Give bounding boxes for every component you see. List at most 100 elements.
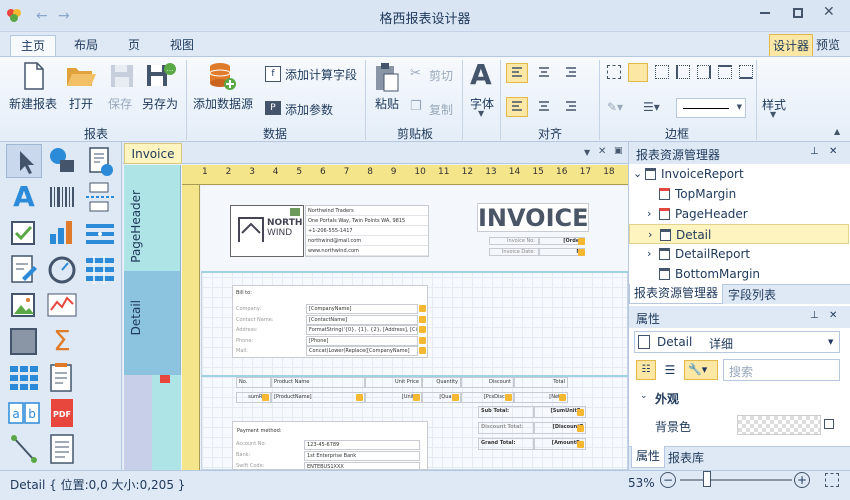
designer-button[interactable]: 设计器: [769, 34, 814, 57]
picture-tool-icon[interactable]: [6, 288, 42, 322]
tree-expander[interactable]: ›: [647, 244, 657, 264]
border-right-icon[interactable]: [697, 65, 711, 79]
chevron-down-icon[interactable]: ▼: [828, 338, 833, 346]
line-tool-icon[interactable]: [6, 432, 42, 466]
band-nested-strip: [152, 375, 181, 470]
categorized-view-icon[interactable]: ☷: [636, 360, 656, 380]
tree-item[interactable]: › Detail: [629, 224, 849, 244]
rich-text-tool-icon[interactable]: [82, 144, 118, 178]
explorer-close-icon[interactable]: ✕: [829, 146, 837, 157]
tab-page[interactable]: 页: [120, 35, 148, 56]
prop-backcolor-swatch[interactable]: [737, 415, 821, 435]
cross-tab-tool-icon[interactable]: [82, 252, 118, 286]
properties-close-icon[interactable]: ✕: [829, 310, 837, 321]
tab-view[interactable]: 视图: [162, 35, 202, 56]
panel-tool-icon[interactable]: [6, 324, 42, 358]
properties-search-input[interactable]: 搜索: [723, 359, 840, 381]
add-param-button[interactable]: 添加参数: [285, 101, 333, 118]
border-all-icon[interactable]: [628, 63, 648, 82]
zoom-in-icon[interactable]: +: [794, 472, 810, 488]
shape-tool-icon[interactable]: [44, 144, 80, 178]
tab-explorer[interactable]: 报表资源管理器: [629, 284, 724, 304]
character-comb-tool-icon[interactable]: ab: [6, 396, 42, 430]
preview-button[interactable]: 预览: [816, 36, 840, 53]
subreport-tool-icon[interactable]: [6, 360, 42, 394]
doc-restore-icon[interactable]: ▣: [614, 146, 623, 156]
expression-marker-icon: [419, 347, 426, 354]
tree-expander[interactable]: ›: [647, 204, 657, 224]
gauge-tool-icon[interactable]: [44, 252, 80, 286]
signature-tool-icon[interactable]: [6, 252, 42, 286]
expression-marker-icon: [505, 394, 512, 401]
add-calc-field-button[interactable]: 添加计算字段: [285, 66, 357, 83]
zoom-slider-thumb[interactable]: [703, 471, 711, 487]
page-break-tool-icon[interactable]: [82, 180, 118, 214]
tree-item[interactable]: › DetailReport: [629, 244, 849, 264]
properties-pin-icon[interactable]: ⊥: [810, 310, 819, 321]
tree-item[interactable]: TopMargin: [629, 184, 849, 204]
explorer-pin-icon[interactable]: ⊥: [810, 146, 819, 157]
checkbox-tool-icon[interactable]: [6, 216, 42, 250]
sparkline-tool-icon[interactable]: [44, 288, 80, 322]
pdf-tool-icon[interactable]: PDF: [44, 396, 80, 430]
explorer-title: 报表资源管理器: [636, 148, 721, 162]
chevron-down-icon[interactable]: ⌄: [640, 391, 648, 401]
wrench-icon[interactable]: 🔧▾: [684, 360, 718, 380]
tree-item[interactable]: › PageHeader: [629, 204, 849, 224]
ribbon-collapse-icon[interactable]: ▲: [834, 127, 840, 136]
cut-button[interactable]: 剪切: [429, 67, 453, 84]
chart-tool-icon[interactable]: [44, 216, 80, 250]
ruler-number: 8: [367, 167, 373, 177]
tab-field-list[interactable]: 字段列表: [728, 286, 776, 303]
tab-layout[interactable]: 布局: [66, 35, 106, 56]
minimize-icon[interactable]: [760, 12, 770, 14]
tree-expander[interactable]: ⌄: [633, 164, 643, 184]
save-button[interactable]: 保存: [108, 95, 132, 112]
paste-button[interactable]: 粘贴: [375, 95, 399, 112]
new-report-button[interactable]: 新建报表: [9, 95, 57, 112]
border-width-icon[interactable]: ☰▾: [643, 100, 660, 114]
tree-item[interactable]: BottomMargin: [629, 264, 849, 284]
doc-close-icon[interactable]: ✕: [598, 146, 606, 157]
page-info-tool-icon[interactable]: [44, 432, 80, 466]
table-tool-icon[interactable]: [82, 216, 118, 250]
font-dropdown-icon[interactable]: ▼: [478, 109, 484, 118]
doc-tab-invoice[interactable]: Invoice: [124, 143, 182, 164]
zoom-slider[interactable]: [680, 479, 792, 481]
save-as-button[interactable]: 另存为: [142, 95, 178, 112]
label-tool-icon[interactable]: A: [6, 180, 42, 214]
border-none-icon[interactable]: [607, 65, 621, 79]
border-left-icon[interactable]: [676, 65, 690, 79]
tree-item[interactable]: ⌄ InvoiceReport: [629, 164, 849, 184]
payment-method-label: Payment method:: [237, 428, 282, 434]
tab-report-gallery[interactable]: 报表库: [668, 449, 704, 466]
prop-edit-icon[interactable]: [824, 419, 834, 429]
style-dropdown-icon[interactable]: ▼: [770, 110, 776, 119]
border-bottom-icon[interactable]: [739, 65, 753, 79]
summary-tool-icon[interactable]: Σ: [44, 324, 80, 358]
tree-expander[interactable]: ›: [648, 225, 658, 245]
add-datasource-button[interactable]: 添加数据源: [193, 95, 253, 112]
toc-tool-icon[interactable]: [44, 360, 80, 394]
doc-tab-list-icon[interactable]: ▼: [584, 148, 590, 157]
svg-text:a: a: [12, 407, 19, 421]
copy-button[interactable]: 复制: [429, 101, 453, 118]
font-icon[interactable]: A: [470, 58, 492, 91]
tab-properties[interactable]: 属性: [631, 446, 666, 468]
border-style-select[interactable]: ▼: [676, 98, 746, 118]
alphabetical-view-icon[interactable]: ☰: [660, 360, 680, 380]
border-top-icon[interactable]: [718, 65, 732, 79]
border-outline-icon[interactable]: [655, 65, 669, 79]
pointer-tool-icon[interactable]: [6, 144, 42, 178]
barcode-tool-icon[interactable]: [44, 180, 80, 214]
tab-home[interactable]: 主页: [10, 35, 56, 56]
zoom-out-icon[interactable]: −: [660, 472, 676, 488]
fit-page-icon[interactable]: [825, 473, 839, 487]
border-color-icon[interactable]: ✎▾: [607, 100, 623, 114]
open-button[interactable]: 打开: [69, 95, 93, 112]
payment-rows: Account No: 123-45-6789 Bank: 1st Enterpris…: [232, 440, 428, 470]
group-label-border: 边框: [664, 127, 689, 141]
close-icon[interactable]: ✕: [823, 4, 835, 20]
maximize-icon[interactable]: [793, 8, 803, 18]
band-collapse-icon[interactable]: [160, 375, 170, 383]
